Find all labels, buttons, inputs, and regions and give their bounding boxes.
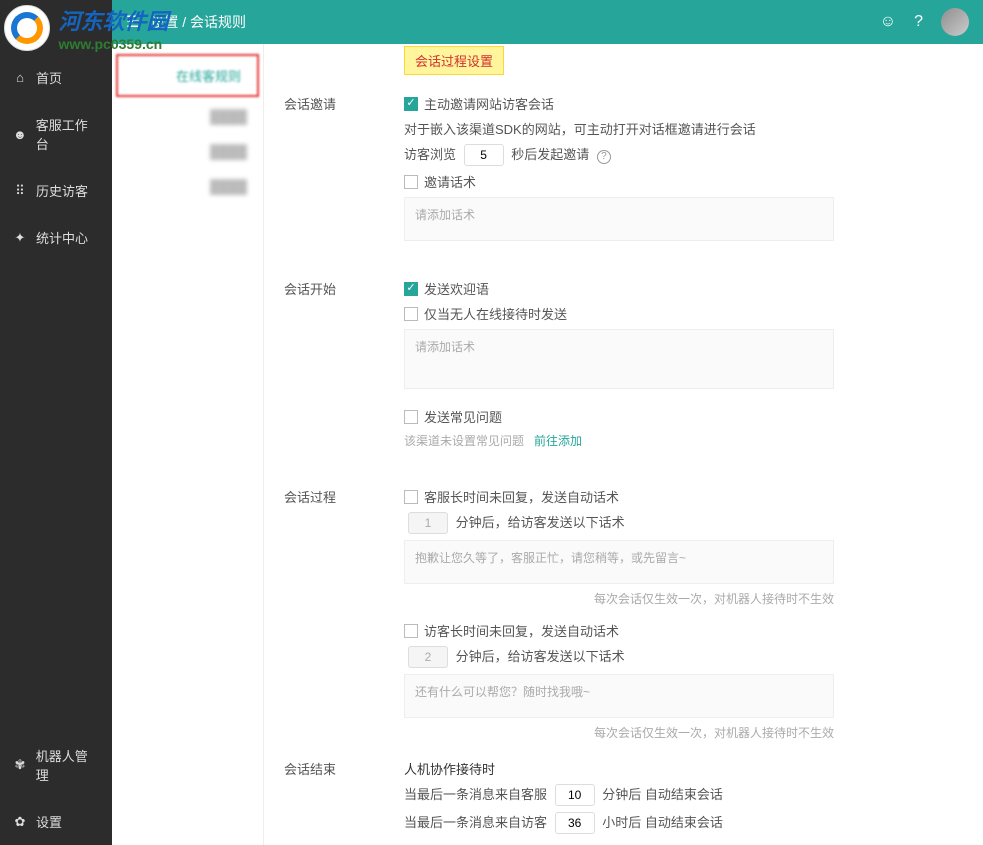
agent-icon: ☻ [12, 126, 28, 142]
process-note: 每次会话仅生效一次，对机器人接待时不生效 [404, 724, 834, 741]
section-title: 会话开始 [284, 279, 384, 298]
robot-icon: ✾ [12, 757, 28, 773]
minutes-suffix: 分钟后，给访客发送以下话术 [456, 649, 625, 664]
checkbox-invite-script[interactable] [404, 175, 418, 189]
checkbox-visitor-noreply[interactable] [404, 624, 418, 638]
visitor-noreply-minutes-input[interactable] [408, 646, 448, 668]
subnav-item[interactable]: ████ [112, 99, 263, 134]
sidebar-item-settings[interactable]: ✿ 设置 [0, 798, 112, 845]
sidebar-item-label: 历史访客 [36, 181, 88, 200]
sidebar-item-label: 设置 [36, 812, 62, 831]
stats-icon: ✦ [12, 230, 28, 246]
section-end: 会话结束 人机协作接待时 当最后一条消息来自客服 分钟后 自动结束会话 当最后一… [404, 759, 963, 845]
sidebar-item-home[interactable]: ⌂ 首页 [0, 54, 112, 101]
invite-script-textarea[interactable]: 请添加话术 [404, 197, 834, 241]
checkbox-label: 客服长时间未回复，发送自动话术 [424, 487, 619, 506]
faq-add-link[interactable]: 前往添加 [534, 434, 582, 448]
checkbox-label: 主动邀请网站访客会话 [424, 94, 554, 113]
sidebar-item-label: 客服工作台 [36, 115, 100, 153]
breadcrumb: 设置 / 会话规则 [150, 12, 246, 32]
sidebar: ⌂ 首页 ☻ 客服工作台 ⠿ 历史访客 ✦ 统计中心 ✾ 机器人管理 ✿ 设置 [0, 0, 112, 845]
header: ☰ 设置 / 会话规则 ☺ ? [112, 0, 983, 44]
end-sub1: 人机协作接待时 [404, 759, 963, 778]
checkbox-invite-active[interactable] [404, 97, 418, 111]
section-title: 会话结束 [284, 759, 384, 778]
subnav-item-highlighted[interactable]: 在线客规则 [116, 54, 259, 97]
section-start: 会话开始 发送欢迎语 仅当无人在线接待时发送 请添加话术 发送常见问题 该渠道未… [404, 279, 963, 449]
section-process: 会话过程 客服长时间未回复，发送自动话术 分钟后，给访客发送以下话术 抱歉让您久… [404, 487, 963, 741]
subnav: 在线客规则 ████ ████ ████ [112, 44, 264, 845]
sidebar-item-stats[interactable]: ✦ 统计中心 [0, 214, 112, 261]
end-agent-minutes-input[interactable] [555, 784, 595, 806]
main-content: 会话邀请 主动邀请网站访客会话 对于嵌入该渠道SDK的网站，可主动打开对话框邀请… [264, 44, 983, 845]
faq-hint: 该渠道未设置常见问题 [404, 434, 524, 448]
history-icon: ⠿ [12, 183, 28, 199]
agent-noreply-textarea[interactable]: 抱歉让您久等了，客服正忙，请您稍等，或先留言~ [404, 540, 834, 584]
checkbox-label: 发送欢迎语 [424, 279, 489, 298]
agent-noreply-minutes-input[interactable] [408, 512, 448, 534]
home-icon: ⌂ [12, 70, 28, 86]
sidebar-item-label: 首页 [36, 68, 62, 87]
avatar[interactable] [941, 8, 969, 36]
end-l1-pre: 当最后一条消息来自客服 [404, 787, 547, 802]
invite-desc: 对于嵌入该渠道SDK的网站，可主动打开对话框邀请进行会话 [404, 119, 963, 138]
help-icon[interactable]: ? [914, 13, 923, 31]
subnav-item[interactable]: ████ [112, 169, 263, 204]
browse-suffix: 秒后发起邀请 [511, 147, 589, 162]
section-title: 会话过程 [284, 487, 384, 506]
checkbox-faq[interactable] [404, 410, 418, 424]
process-note: 每次会话仅生效一次，对机器人接待时不生效 [404, 590, 834, 607]
end-l2-suf: 小时后 自动结束会话 [602, 815, 723, 830]
end-l2-pre: 当最后一条消息来自访客 [404, 815, 547, 830]
browse-seconds-input[interactable] [464, 144, 504, 166]
hamburger-icon[interactable]: ☰ [126, 12, 140, 32]
support-icon[interactable]: ☺ [880, 13, 896, 31]
checkbox-offline-only[interactable] [404, 307, 418, 321]
sidebar-item-robot[interactable]: ✾ 机器人管理 [0, 732, 112, 798]
sidebar-item-history[interactable]: ⠿ 历史访客 [0, 167, 112, 214]
end-l1-suf: 分钟后 自动结束会话 [602, 787, 723, 802]
section-title: 会话邀请 [284, 94, 384, 113]
section-banner: 会话过程设置 [404, 46, 504, 75]
browse-prefix: 访客浏览 [404, 147, 456, 162]
sidebar-item-label: 机器人管理 [36, 746, 100, 784]
sidebar-item-agent[interactable]: ☻ 客服工作台 [0, 101, 112, 167]
end-visitor-hours-input[interactable] [555, 812, 595, 834]
checkbox-agent-noreply[interactable] [404, 490, 418, 504]
minutes-suffix: 分钟后，给访客发送以下话术 [456, 515, 625, 530]
section-invite: 会话邀请 主动邀请网站访客会话 对于嵌入该渠道SDK的网站，可主动打开对话框邀请… [404, 94, 963, 241]
checkbox-label: 发送常见问题 [424, 407, 502, 426]
subnav-item[interactable]: ████ [112, 134, 263, 169]
checkbox-label: 邀请话术 [424, 172, 476, 191]
checkbox-welcome[interactable] [404, 282, 418, 296]
help-tooltip-icon[interactable]: ? [597, 150, 611, 164]
checkbox-label: 访客长时间未回复，发送自动话术 [424, 621, 619, 640]
welcome-textarea[interactable]: 请添加话术 [404, 329, 834, 389]
sidebar-item-label: 统计中心 [36, 228, 88, 247]
gear-icon: ✿ [12, 814, 28, 830]
checkbox-label: 仅当无人在线接待时发送 [424, 304, 567, 323]
visitor-noreply-textarea[interactable]: 还有什么可以帮您？随时找我哦~ [404, 674, 834, 718]
